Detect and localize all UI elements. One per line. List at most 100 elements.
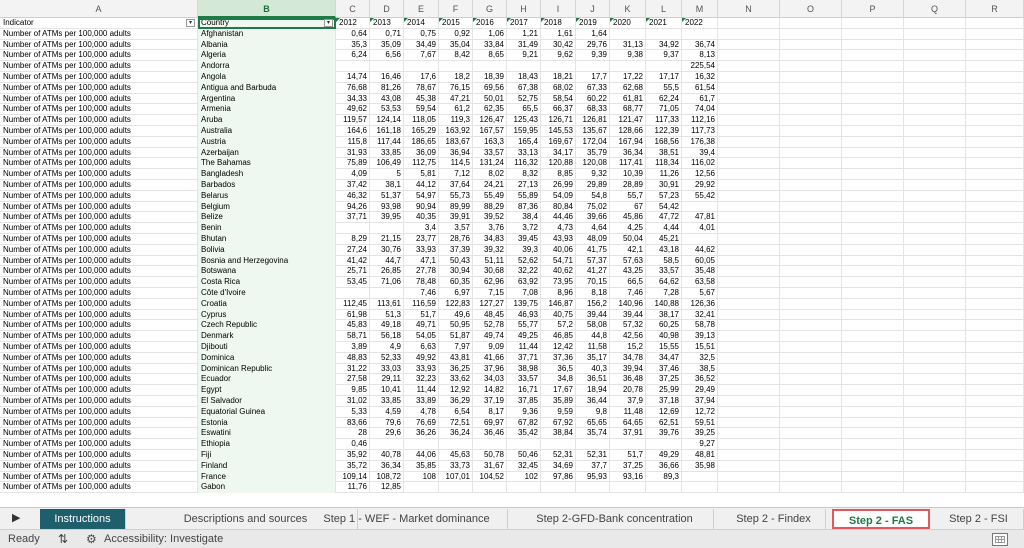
value-cell[interactable]: 9,27 [682,439,718,450]
value-cell[interactable]: 27,78 [404,266,439,278]
value-cell[interactable]: 41,66 [473,352,507,364]
empty-cell[interactable] [904,309,966,321]
empty-cell[interactable] [718,439,780,450]
column-header-c[interactable]: C [336,0,370,18]
empty-cell[interactable] [780,460,842,472]
column-header-j[interactable]: J [576,0,610,18]
value-cell[interactable]: 30,76 [370,244,404,256]
value-cell[interactable] [541,439,576,450]
header-cell[interactable]: 2019 [576,18,610,29]
value-cell[interactable]: 35,74 [576,428,610,440]
value-cell[interactable]: 36,34 [370,460,404,472]
empty-cell[interactable] [904,39,966,51]
value-cell[interactable]: 36,5 [541,363,576,375]
empty-cell[interactable] [842,439,904,450]
value-cell[interactable]: 50,43 [439,255,473,267]
value-cell[interactable]: 4,01 [682,223,718,234]
value-cell[interactable]: 37,42 [336,180,370,191]
value-cell[interactable]: 45,63 [439,450,473,461]
value-cell[interactable]: 63,92 [507,277,541,288]
value-cell[interactable]: 10,39 [610,169,646,180]
value-cell[interactable]: 67,82 [507,417,541,429]
column-header-p[interactable]: P [842,0,904,18]
value-cell[interactable]: 36,74 [682,39,718,51]
value-cell[interactable]: 18,43 [507,72,541,83]
empty-cell[interactable] [718,136,780,148]
value-cell[interactable]: 61,98 [336,309,370,321]
value-cell[interactable]: 161,18 [370,126,404,137]
country-cell[interactable]: Angola [198,72,336,83]
value-cell[interactable]: 58,08 [576,320,610,332]
value-cell[interactable]: 57,63 [610,255,646,267]
value-cell[interactable]: 1,61 [541,28,576,40]
value-cell[interactable]: 8,18 [576,288,610,299]
indicator-cell[interactable]: Number of ATMs per 100,000 adults [0,320,198,332]
empty-cell[interactable] [718,396,780,407]
empty-cell[interactable] [904,212,966,224]
country-cell[interactable]: Estonia [198,417,336,429]
value-cell[interactable]: 9,38 [610,50,646,62]
value-cell[interactable]: 0,75 [404,28,439,40]
empty-cell[interactable] [966,298,1024,310]
indicator-cell[interactable]: Number of ATMs per 100,000 adults [0,234,198,245]
country-cell[interactable]: Aruba [198,115,336,126]
value-cell[interactable]: 55,77 [507,320,541,332]
value-cell[interactable]: 36,46 [473,428,507,440]
value-cell[interactable] [473,439,507,450]
value-cell[interactable]: 36,94 [439,147,473,159]
value-cell[interactable]: 38,4 [507,212,541,224]
indicator-cell[interactable]: Number of ATMs per 100,000 adults [0,28,198,40]
empty-cell[interactable] [842,385,904,396]
indicator-cell[interactable]: Number of ATMs per 100,000 adults [0,417,198,429]
empty-cell[interactable] [780,93,842,105]
value-cell[interactable]: 41,27 [576,266,610,278]
empty-cell[interactable] [904,72,966,83]
value-cell[interactable]: 8,29 [336,234,370,245]
value-cell[interactable]: 15,51 [682,342,718,353]
country-cell[interactable]: Djibouti [198,342,336,353]
value-cell[interactable]: 37,19 [473,396,507,407]
value-cell[interactable]: 46,85 [541,331,576,342]
value-cell[interactable] [507,439,541,450]
value-cell[interactable]: 49,29 [646,450,682,461]
value-cell[interactable]: 108,72 [370,471,404,483]
value-cell[interactable]: 122,39 [646,126,682,137]
indicator-cell[interactable]: Number of ATMs per 100,000 adults [0,244,198,256]
empty-cell[interactable] [966,201,1024,213]
value-cell[interactable]: 5,33 [336,406,370,418]
empty-cell[interactable] [904,460,966,472]
value-cell[interactable]: 31,22 [336,363,370,375]
value-cell[interactable]: 65,5 [507,104,541,116]
value-cell[interactable]: 67,92 [541,417,576,429]
accessibility-status[interactable]: Accessibility: Investigate [104,530,223,548]
value-cell[interactable]: 49,25 [507,331,541,342]
value-cell[interactable]: 46,32 [336,190,370,202]
value-cell[interactable]: 29,76 [576,39,610,51]
indicator-cell[interactable]: Number of ATMs per 100,000 adults [0,50,198,62]
empty-cell[interactable] [966,482,1024,494]
sheet-tab[interactable]: Step 2 - FSI [934,509,1024,529]
value-cell[interactable]: 30,94 [439,266,473,278]
empty-cell[interactable] [966,104,1024,116]
value-cell[interactable]: 6,97 [439,288,473,299]
value-cell[interactable]: 0,92 [439,28,473,40]
value-cell[interactable]: 75,02 [576,201,610,213]
empty-cell[interactable] [780,288,842,299]
column-header-b[interactable]: B [198,0,336,18]
empty-cell[interactable] [904,450,966,461]
country-cell[interactable]: Botswana [198,266,336,278]
value-cell[interactable]: 0,46 [336,439,370,450]
value-cell[interactable]: 66,37 [541,104,576,116]
value-cell[interactable]: 29,92 [682,180,718,191]
value-cell[interactable]: 89,3 [646,471,682,483]
empty-cell[interactable] [966,406,1024,418]
empty-cell[interactable] [904,61,966,72]
value-cell[interactable]: 55,73 [439,190,473,202]
header-cell[interactable]: 2022 [682,18,718,29]
indicator-cell[interactable]: Number of ATMs per 100,000 adults [0,471,198,483]
value-cell[interactable]: 116,32 [507,158,541,170]
value-cell[interactable]: 60,05 [682,255,718,267]
value-cell[interactable]: 146,87 [541,298,576,310]
value-cell[interactable]: 20,78 [610,385,646,396]
filter-dropdown-icon[interactable]: ▾ [186,19,195,27]
